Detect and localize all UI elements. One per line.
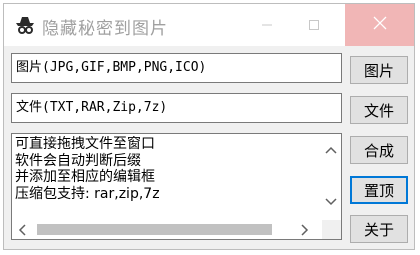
scroll-down-icon[interactable] — [325, 198, 337, 206]
maximize-button[interactable] — [291, 4, 337, 46]
scrollbar-corner — [322, 220, 341, 239]
image-button[interactable]: 图片 — [350, 56, 408, 84]
app-icon — [14, 14, 36, 36]
memo-line: 可直接拖拽文件至窗口 — [15, 136, 155, 152]
image-path-input[interactable]: 图片(JPG,GIF,BMP,PNG,ICO) — [11, 53, 342, 83]
vertical-scrollbar[interactable] — [322, 134, 341, 220]
memo-line: 并添加至相应的编辑框 — [15, 169, 155, 185]
about-button[interactable]: 关于 — [350, 215, 408, 243]
main-window: 隐藏秘密到图片 图片(JPG,GIF,BMP,PNG,ICO) 文件(TXT,R… — [3, 3, 415, 250]
scroll-right-icon[interactable] — [301, 224, 309, 236]
horizontal-scrollbar[interactable] — [12, 220, 322, 239]
minimize-icon — [261, 16, 273, 35]
minimize-button[interactable] — [244, 4, 290, 46]
memo-text: 可直接拖拽文件至窗口 软件会自动判断后缀 并添加至相应的编辑框 压缩包支持: r… — [15, 136, 311, 222]
instructions-memo[interactable]: 可直接拖拽文件至窗口 软件会自动判断后缀 并添加至相应的编辑框 压缩包支持: r… — [11, 133, 342, 240]
memo-line: 压缩包支持: rar,zip,7z — [15, 185, 160, 202]
close-button[interactable] — [345, 4, 414, 46]
combine-button[interactable]: 合成 — [350, 136, 408, 164]
topmost-button[interactable]: 置顶 — [350, 176, 408, 204]
window-title: 隐藏秘密到图片 — [42, 19, 168, 39]
file-button[interactable]: 文件 — [350, 96, 408, 124]
horizontal-scroll-thumb[interactable] — [37, 224, 272, 235]
memo-line: 软件会自动判断后缀 — [15, 152, 141, 169]
file-path-input[interactable]: 文件(TXT,RAR,Zip,7z) — [11, 93, 342, 123]
maximize-icon — [308, 16, 320, 35]
scroll-left-icon[interactable] — [18, 224, 26, 236]
title-bar[interactable]: 隐藏秘密到图片 — [4, 4, 414, 46]
scroll-up-icon[interactable] — [325, 146, 337, 154]
close-icon — [372, 15, 388, 35]
